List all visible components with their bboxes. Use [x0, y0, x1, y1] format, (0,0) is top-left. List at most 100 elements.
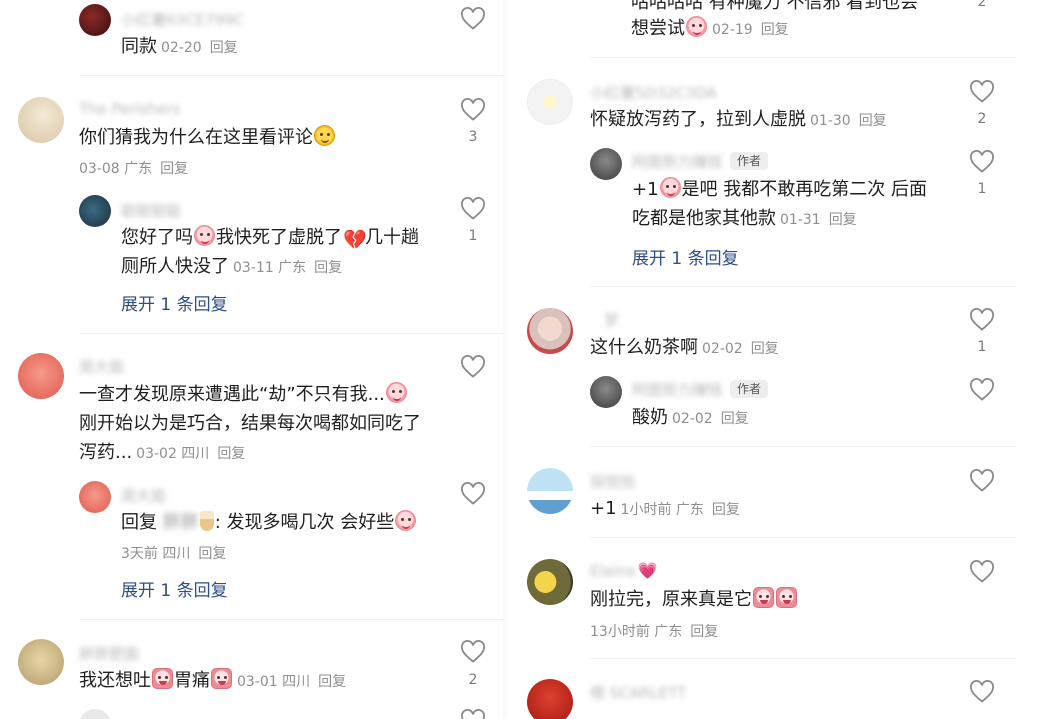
heart-outline-icon[interactable] [460, 197, 486, 221]
reply-button[interactable]: 回复 [751, 341, 779, 357]
comment-text-content: 同款 [121, 36, 157, 57]
username[interactable]: 聪聪聪聪 [121, 200, 181, 221]
avatar[interactable] [18, 353, 64, 399]
expand-replies-button[interactable]: 展开 1 条回复 [121, 290, 228, 315]
like-count: 1 [977, 181, 987, 197]
mention-username[interactable]: 胖胖 [163, 512, 199, 533]
comment-meta: 02-20 [161, 40, 202, 56]
like-count: 2 [468, 672, 478, 688]
heart-outline-icon[interactable] [969, 560, 995, 584]
username[interactable]: 探悦悦 [590, 471, 635, 492]
expand-replies-button[interactable]: 展开 1 条回复 [121, 576, 228, 601]
heart-outline-icon[interactable] [969, 308, 995, 332]
avatar[interactable] [590, 376, 622, 408]
avatar[interactable] [527, 559, 573, 605]
comment-text-line3: 泻药... 03-02 四川 回复 [79, 438, 245, 469]
comment-text: 我还想吐 胃痛 03-01 四川 回复 [79, 666, 346, 697]
reply-meta: 03-11 广东 [233, 260, 307, 276]
username[interactable]: 胖胖肥面 [79, 643, 139, 664]
divider [590, 446, 1016, 447]
heart-outline-icon[interactable] [969, 680, 995, 704]
comment-meta-line: 03-08 广东 回复 [79, 158, 188, 178]
avatar[interactable] [79, 4, 111, 36]
comment-text-content: 怀疑放泻药了，拉到人虚脱 [590, 109, 806, 130]
reply-text-line2: 厕所人快没了 03-11 广东 回复 [121, 252, 342, 283]
username-row: Elaine 💗 [590, 561, 658, 580]
heart-outline-icon[interactable] [969, 150, 995, 174]
avatar[interactable] [527, 679, 573, 719]
heart-outline-icon[interactable] [969, 80, 995, 104]
reply-button[interactable]: 回复 [690, 624, 718, 640]
comment-text-content: 刚拉完，原来真是它 [590, 589, 752, 610]
heart-outline-icon[interactable] [460, 640, 486, 664]
emoji-cry-icon [686, 16, 707, 37]
comment-text: +1 1小时前 广东 回复 [590, 494, 740, 525]
reply-button[interactable]: 回复 [859, 113, 887, 129]
divider [590, 57, 1016, 58]
expand-replies-button[interactable]: 展开 1 条回复 [632, 244, 739, 269]
username[interactable]: The Perishers [79, 100, 180, 118]
avatar[interactable] [18, 639, 64, 685]
username[interactable]: 罗 [604, 310, 619, 331]
heart-outline-icon[interactable] [969, 469, 995, 493]
username[interactable]: 周大姐 [121, 485, 166, 506]
author-badge: 作者 [730, 380, 769, 398]
reply-button[interactable]: 回复 [217, 446, 245, 462]
username[interactable]: 小红薯5D32C3DA [590, 82, 717, 103]
reply-button[interactable]: 回复 [761, 22, 789, 38]
avatar[interactable] [527, 308, 573, 354]
reply-button[interactable]: 回复 [829, 212, 857, 228]
heart-outline-icon[interactable] [460, 709, 486, 719]
heart-outline-icon[interactable] [460, 7, 486, 31]
heart-outline-icon[interactable] [460, 355, 486, 379]
reply-button[interactable]: 回复 [712, 502, 740, 518]
emoji-pain-icon [211, 668, 232, 689]
username[interactable]: 橙 SCARLETT [590, 682, 686, 703]
username[interactable]: 周大姐 [79, 356, 124, 377]
reply-text: 酸奶 02-02 回复 [632, 403, 749, 434]
reply-text: 您好了吗 我快死了虚脱了💔几十趟 [121, 223, 419, 252]
left-comment-column: 小红薯63CE799C 同款 02-20 回复 The Perishers 你们猜我… [0, 0, 506, 719]
comment-text: 这什么奶茶啊 02-02 回复 [590, 333, 779, 364]
right-comment-column: 咕咕咕咕 有种魔力 不信邪 看到也会 想尝试 02-19 回复 2 小红薯5D32C… [506, 0, 1052, 719]
avatar[interactable] [590, 148, 622, 180]
divider [79, 75, 503, 76]
reply-button[interactable]: 回复 [721, 411, 749, 427]
comment-text-c: 泻药... [79, 442, 133, 463]
comment-meta: 01-30 [810, 113, 851, 129]
heart-outline-icon[interactable] [460, 98, 486, 122]
reply-button[interactable]: 回复 [314, 260, 342, 276]
username[interactable]: 小红薯63CE799C [121, 9, 244, 30]
emoji-cry-icon [776, 587, 797, 608]
like-count: 3 [468, 129, 478, 145]
avatar[interactable] [79, 709, 111, 719]
avatar[interactable] [527, 468, 573, 514]
comment-text: 你们猜我为什么在这里看评论 [79, 123, 336, 152]
reply-meta: 02-19 [712, 22, 753, 38]
reply-text-c: 吃都是他家其他款 [632, 208, 776, 229]
comment-text-line1: 一查才发现原来遭遇此“劫”不只有我... [79, 380, 408, 409]
reply-meta: 02-02 [672, 411, 713, 427]
avatar[interactable] [18, 97, 64, 143]
heart-outline-icon[interactable] [460, 482, 486, 506]
reply-button[interactable]: 回复 [318, 674, 346, 690]
comment-text-line2: 刚开始以为是巧合，结果每次喝都如同吃了 [79, 413, 421, 434]
reply-meta-line: 3天前 四川 回复 [121, 543, 226, 563]
emoji-vomit-icon [152, 668, 173, 689]
reply-text-b: 我快死了虚脱了 [216, 227, 342, 248]
reply-text-a: 您好了吗 [121, 227, 193, 248]
username[interactable]: 阿图努力赚钱 [632, 151, 722, 172]
reply-button[interactable]: 回复 [160, 161, 188, 177]
reply-button[interactable]: 回复 [210, 40, 238, 56]
reply-button[interactable]: 回复 [198, 546, 226, 562]
heart-outline-icon[interactable] [969, 378, 995, 402]
avatar[interactable] [79, 195, 111, 227]
reply-meta: 01-31 [780, 212, 821, 228]
avatar[interactable] [79, 481, 111, 513]
avatar[interactable] [527, 79, 573, 125]
comment-meta: 13小时前 广东 [590, 624, 683, 640]
emoji-drink-icon [199, 511, 214, 531]
username[interactable]: Elaine [590, 562, 636, 580]
username[interactable]: 阿图努力赚钱 [632, 379, 722, 400]
reply-text-b: 想尝试 [631, 18, 685, 39]
